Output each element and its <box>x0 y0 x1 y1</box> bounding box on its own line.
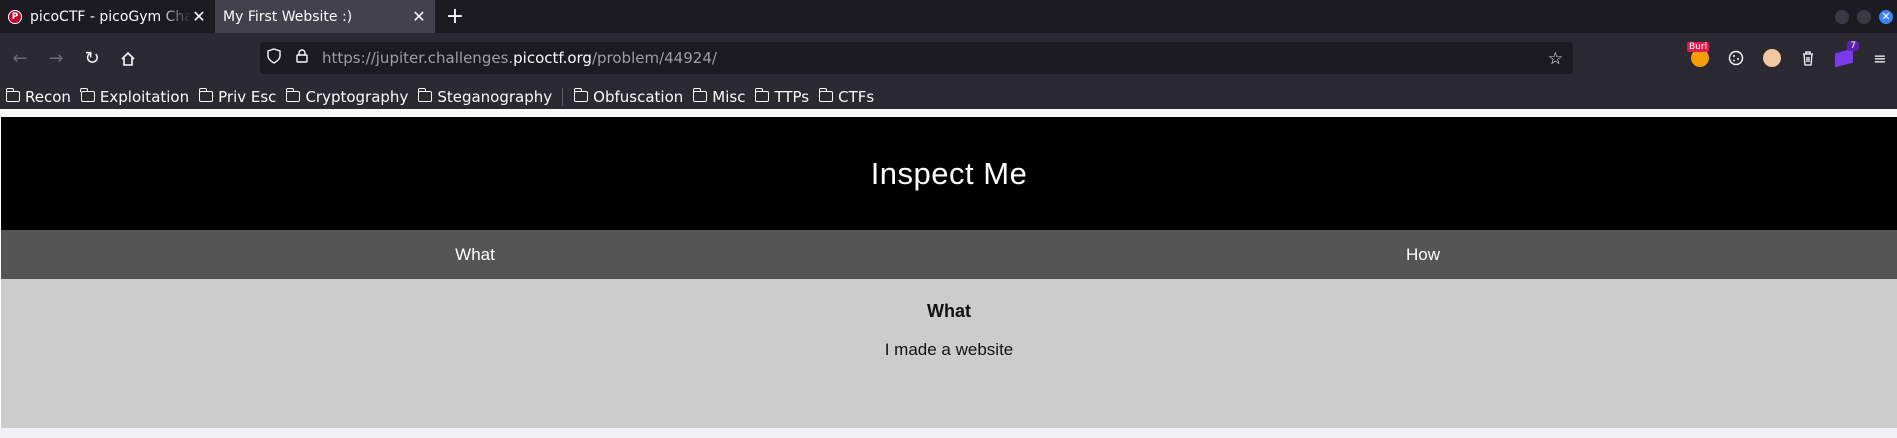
maximize-button[interactable] <box>1857 9 1871 24</box>
cookie-extension-icon[interactable] <box>1725 47 1747 69</box>
bookmark-folder-ctfs[interactable]: CTFs <box>818 87 875 106</box>
wappalyzer-extension-icon[interactable]: 7 <box>1833 41 1859 69</box>
browser-window: P picoCTF - picoGym Challenges ✕ My Firs… <box>0 0 1897 438</box>
home-icon[interactable] <box>112 43 144 75</box>
window-controls: ✕ <box>1835 0 1897 33</box>
reload-icon[interactable]: ↻ <box>76 43 108 75</box>
bookmark-folder-priv-esc[interactable]: Priv Esc <box>198 87 277 106</box>
tab-how[interactable]: How <box>949 230 1897 279</box>
wappalyzer-badge: 7 <box>1847 41 1859 51</box>
bookmark-label: CTFs <box>838 87 875 106</box>
bookmark-folder-misc[interactable]: Misc <box>692 87 746 106</box>
navigation-toolbar: ← → ↻ https://jupiter.challenges.picoctf… <box>0 33 1897 84</box>
trash-icon[interactable] <box>1797 47 1819 69</box>
page-viewport: Inspect Me What How What I made a websit… <box>0 109 1897 438</box>
tab-content-panel: What I made a website <box>1 279 1897 428</box>
bookmark-label: Obfuscation <box>593 87 684 106</box>
forward-icon[interactable]: → <box>40 43 72 75</box>
close-tab-icon[interactable]: ✕ <box>411 7 427 26</box>
site-tab-bar: What How <box>1 230 1897 279</box>
burp-badge: Burl <box>1687 42 1710 52</box>
page-title: Inspect Me <box>870 155 1028 191</box>
folder-icon <box>818 88 834 102</box>
url-domain: picoctf.org <box>513 49 592 67</box>
bookmark-folder-exploitation[interactable]: Exploitation <box>80 87 190 106</box>
bookmark-label: Steganography <box>437 87 553 106</box>
bookmark-label: TTPs <box>774 87 810 106</box>
bookmark-folder-recon[interactable]: Recon <box>5 87 71 106</box>
user-agent-switcher-icon[interactable] <box>1761 47 1783 69</box>
tab-picogym[interactable]: P picoCTF - picoGym Challenges ✕ <box>0 0 215 33</box>
minimize-button[interactable] <box>1835 9 1849 24</box>
window-close-button[interactable]: ✕ <box>1879 9 1893 24</box>
site-header: Inspect Me <box>1 117 1897 230</box>
bookmark-folder-steganography[interactable]: Steganography <box>417 87 553 106</box>
page-bottom-margin <box>0 428 1897 438</box>
web-page: Inspect Me What How What I made a websit… <box>0 117 1897 438</box>
wappalyzer-logo <box>1835 48 1853 68</box>
hamburger-menu-icon[interactable]: ≡ <box>1869 47 1891 69</box>
folder-icon <box>417 88 433 102</box>
bookmark-label: Recon <box>25 87 71 106</box>
bookmarks-separator <box>562 87 564 106</box>
tab-title: picoCTF - picoGym Challenges <box>30 8 191 25</box>
tab-my-first-website[interactable]: My First Website :) ✕ <box>215 0 435 33</box>
bookmark-label: Misc <box>712 87 746 106</box>
folder-icon <box>692 88 708 102</box>
bookmark-folder-ttps[interactable]: TTPs <box>754 87 810 106</box>
bookmark-star-icon[interactable]: ☆ <box>1548 49 1563 69</box>
folder-icon <box>285 88 301 102</box>
bookmarks-toolbar: Recon Exploitation Priv Esc Cryptography… <box>0 84 1897 109</box>
lock-icon[interactable] <box>288 49 316 67</box>
tab-what[interactable]: What <box>1 230 949 279</box>
burp-extension-icon[interactable]: Burl <box>1687 42 1711 69</box>
bookmark-label: Exploitation <box>99 87 190 106</box>
bookmark-label: Priv Esc <box>218 87 277 106</box>
url-text: https://jupiter.challenges.picoctf.org/p… <box>322 49 717 67</box>
bookmark-folder-cryptography[interactable]: Cryptography <box>285 87 409 106</box>
url-path: /problem/44924/ <box>591 49 717 67</box>
face-avatar <box>1763 49 1781 67</box>
folder-icon <box>5 88 20 102</box>
url-prefix: https://jupiter.challenges. <box>322 49 514 67</box>
new-tab-button[interactable]: + <box>435 0 475 33</box>
picoctf-favicon-icon: P <box>8 9 22 24</box>
folder-icon <box>573 88 589 102</box>
close-tab-icon[interactable]: ✕ <box>191 7 207 26</box>
section-heading: What <box>927 301 971 321</box>
tab-title: My First Website :) <box>223 8 353 25</box>
folder-icon <box>80 88 95 102</box>
folder-icon <box>198 88 214 102</box>
tracking-protection-shield-icon[interactable] <box>260 48 288 68</box>
bookmark-folder-obfuscation[interactable]: Obfuscation <box>573 87 684 106</box>
address-bar[interactable]: https://jupiter.challenges.picoctf.org/p… <box>260 42 1573 74</box>
section-text: I made a website <box>884 340 1014 359</box>
folder-icon <box>754 88 770 102</box>
tab-strip: P picoCTF - picoGym Challenges ✕ My Firs… <box>0 0 1897 33</box>
extensions-area: Burl 7 ≡ <box>1687 41 1897 74</box>
bookmark-label: Cryptography <box>305 87 409 106</box>
back-icon[interactable]: ← <box>4 43 36 75</box>
